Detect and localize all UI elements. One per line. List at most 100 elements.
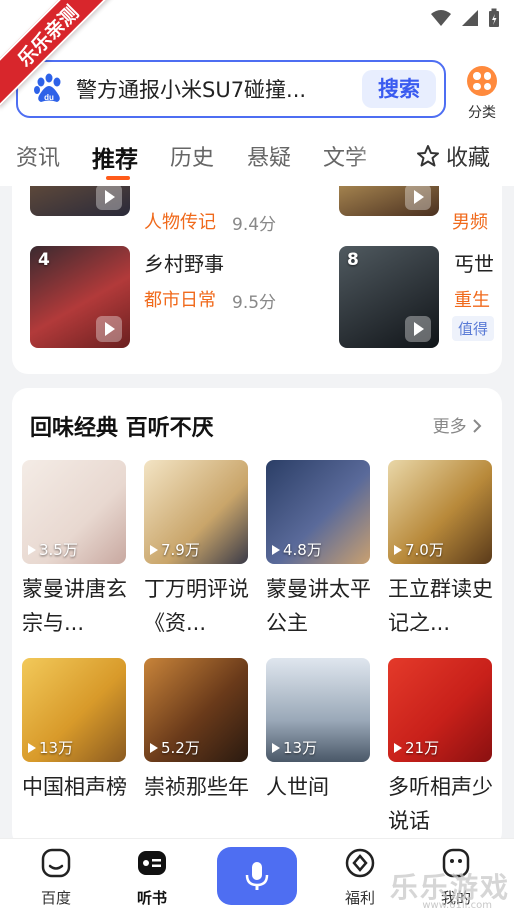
- tab-recommend[interactable]: 推荐: [92, 140, 138, 174]
- section-title: 回味经典 百听不厌: [30, 416, 214, 441]
- svg-text:du: du: [44, 93, 54, 102]
- play-icon: [405, 186, 431, 210]
- star-icon: [417, 145, 439, 167]
- play-count: 7.0万: [394, 539, 444, 560]
- search-button[interactable]: 搜索: [362, 70, 436, 108]
- audio-title: 王立群读史记之...: [388, 577, 493, 635]
- play-icon: [150, 544, 158, 555]
- book-cover[interactable]: 8: [339, 246, 439, 348]
- play-icon: [394, 544, 402, 555]
- play-count: 4.8万: [272, 539, 322, 560]
- nav-label: 百度: [40, 889, 71, 907]
- audio-item[interactable]: 13万 人世间: [266, 658, 370, 804]
- book-category: 人物传记: [144, 212, 216, 233]
- play-icon: [272, 742, 280, 753]
- play-icon: [394, 742, 402, 753]
- play-count: 13万: [272, 737, 317, 758]
- book-score: 9.5分: [232, 293, 277, 313]
- audio-item[interactable]: 13万 中国相声榜: [22, 658, 127, 804]
- category-grid-icon: [467, 66, 497, 96]
- book-cover[interactable]: [339, 186, 439, 216]
- book-cover[interactable]: [30, 186, 130, 216]
- collect-button[interactable]: 收藏: [416, 140, 490, 172]
- audiobook-icon: [138, 851, 166, 875]
- book-category: 都市日常: [144, 290, 216, 311]
- header: du 警方通报小米SU7碰撞... 搜索 分类: [0, 36, 514, 132]
- play-icon: [405, 316, 431, 342]
- collect-label: 收藏: [446, 146, 491, 171]
- audio-cover: 13万: [22, 658, 126, 762]
- book-category: 重生: [454, 290, 490, 311]
- audio-item[interactable]: 7.9万 丁万明评说《资...: [144, 460, 249, 640]
- audio-cover: 7.0万: [388, 460, 492, 564]
- play-icon: [28, 544, 36, 555]
- battery-icon: [489, 8, 499, 27]
- category-label: 分类: [468, 105, 496, 121]
- more-label: 更多: [432, 417, 467, 437]
- audio-title: 中国相声榜: [22, 775, 127, 799]
- audio-item[interactable]: 21万 多听相声少说话: [388, 658, 493, 838]
- play-icon: [96, 316, 122, 342]
- nav-label: 听书: [136, 889, 167, 907]
- rank-number: 4: [38, 250, 50, 270]
- watermark-url: www.61ll.com: [422, 900, 492, 911]
- search-box[interactable]: du 警方通报小米SU7碰撞... 搜索: [16, 60, 446, 118]
- book-title[interactable]: 丐世: [454, 248, 494, 277]
- play-count: 21万: [394, 737, 439, 758]
- play-icon: [28, 742, 36, 753]
- audio-title: 蒙曼讲唐玄宗与...: [22, 577, 127, 635]
- audio-item[interactable]: 3.5万 蒙曼讲唐玄宗与...: [22, 460, 127, 640]
- tab-fade: [350, 132, 410, 186]
- play-icon: [150, 742, 158, 753]
- audio-cover: 4.8万: [266, 460, 370, 564]
- audio-item[interactable]: 5.2万 崇祯那些年: [144, 658, 249, 804]
- play-count: 3.5万: [28, 539, 78, 560]
- tab-news[interactable]: 资讯: [16, 140, 60, 172]
- play-icon: [272, 544, 280, 555]
- play-count: 7.9万: [150, 539, 200, 560]
- book-tag: 值得: [452, 316, 495, 341]
- book-category: 男频: [452, 212, 488, 233]
- tab-suspense[interactable]: 悬疑: [247, 140, 291, 172]
- welfare-icon: [345, 848, 375, 878]
- audio-cover: 5.2万: [144, 658, 248, 762]
- voice-search-button[interactable]: [217, 847, 297, 905]
- audio-title: 人世间: [266, 775, 329, 799]
- audio-title: 丁万明评说《资...: [144, 577, 249, 635]
- audio-item[interactable]: 4.8万 蒙曼讲太平公主: [266, 460, 371, 640]
- category-tabs: 资讯 推荐 历史 悬疑 文学 收藏: [0, 132, 514, 186]
- nav-baidu[interactable]: 百度: [21, 847, 91, 908]
- microphone-icon: [245, 862, 269, 890]
- play-icon: [96, 186, 122, 210]
- book-cover[interactable]: 4: [30, 246, 130, 348]
- audio-cover: 3.5万: [22, 460, 126, 564]
- active-tab-indicator: [106, 176, 130, 180]
- play-count: 5.2万: [150, 737, 200, 758]
- audio-item[interactable]: 7.0万 王立群读史记之...: [388, 460, 493, 640]
- audio-cover: 21万: [388, 658, 492, 762]
- audio-cover: 13万: [266, 658, 370, 762]
- nav-welfare[interactable]: 福利: [325, 847, 395, 908]
- baidu-paw-icon: du: [34, 73, 61, 102]
- audio-cover: 7.9万: [144, 460, 248, 564]
- nav-label: 福利: [344, 889, 375, 907]
- wifi-icon: [431, 10, 451, 26]
- nav-audiobook[interactable]: 听书: [117, 847, 187, 908]
- audio-title: 多听相声少说话: [388, 775, 493, 833]
- signal-icon: [462, 10, 478, 26]
- audio-title: 崇祯那些年: [144, 775, 249, 799]
- book-score: 9.4分: [232, 215, 277, 235]
- search-input[interactable]: 警方通报小米SU7碰撞...: [76, 74, 342, 104]
- tab-history[interactable]: 历史: [170, 140, 214, 172]
- audio-title: 蒙曼讲太平公主: [266, 577, 371, 635]
- baidu-face-icon: [41, 848, 71, 878]
- rank-number: 8: [347, 250, 359, 270]
- ranking-card: 人物传记 9.4分 男频 4 乡村野事 都市日常 9.5分 8 丐世 重生 值得: [12, 186, 502, 374]
- book-title[interactable]: 乡村野事: [144, 248, 224, 277]
- classic-section: 回味经典 百听不厌 更多 3.5万 蒙曼讲唐玄宗与... 7.9万 丁万明评说《…: [12, 388, 502, 848]
- more-link[interactable]: 更多: [433, 412, 482, 437]
- chevron-right-icon: [473, 419, 482, 433]
- play-count: 13万: [28, 737, 73, 758]
- status-icons: [430, 8, 500, 28]
- category-button[interactable]: 分类: [462, 66, 502, 122]
